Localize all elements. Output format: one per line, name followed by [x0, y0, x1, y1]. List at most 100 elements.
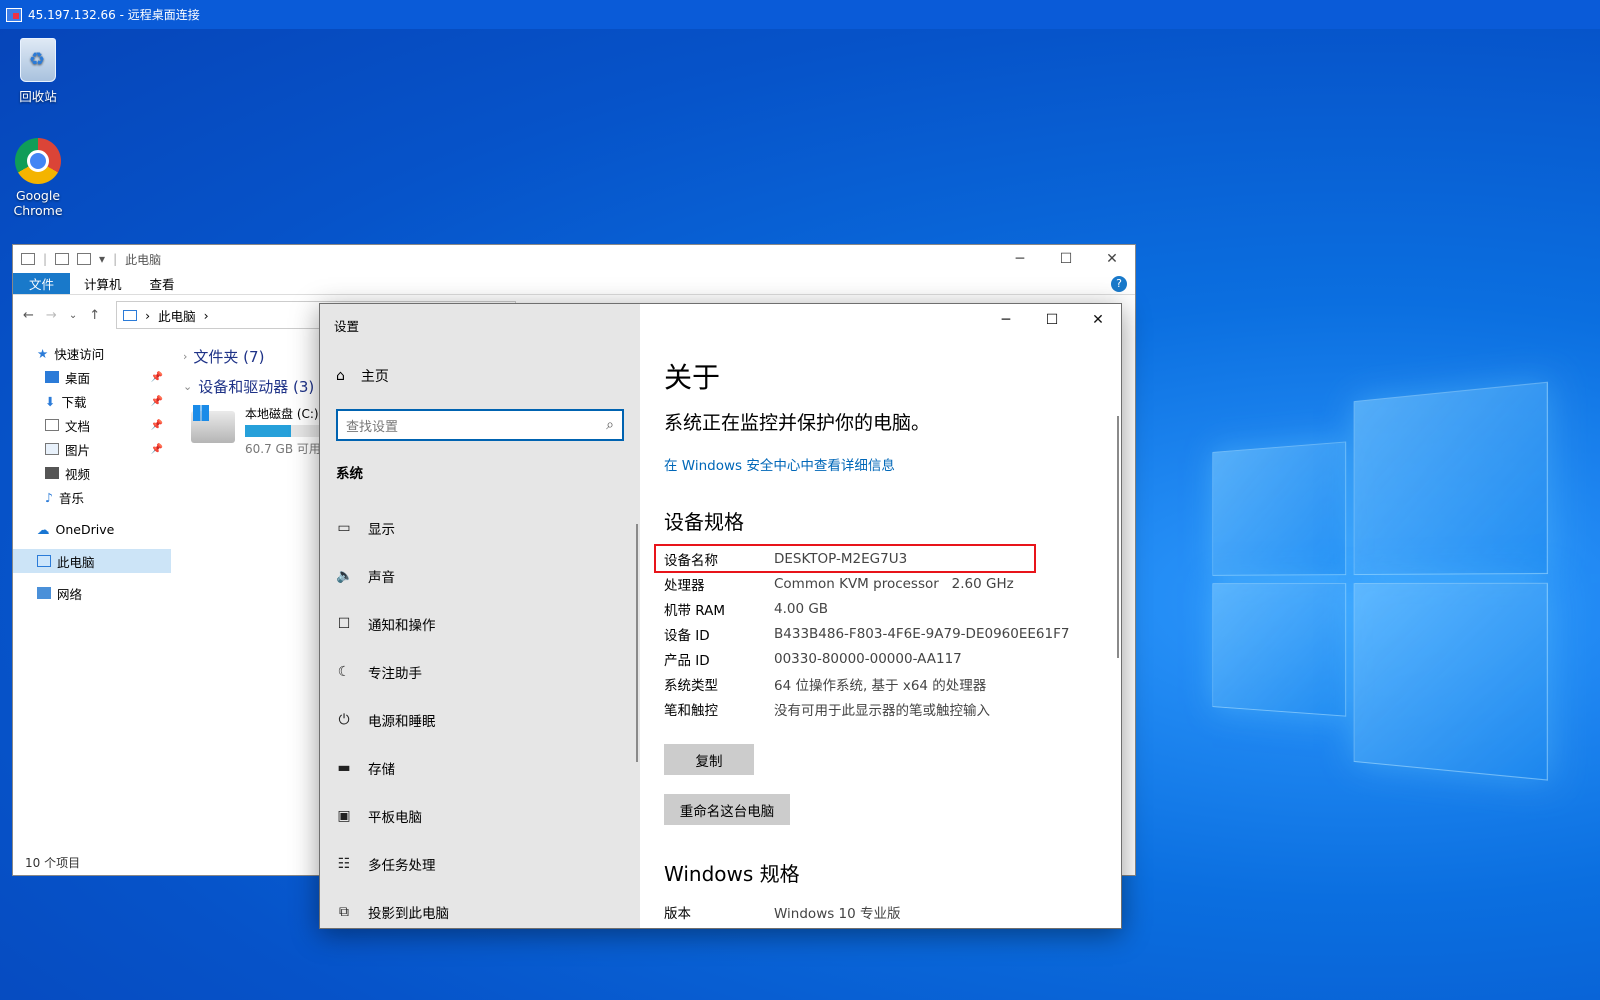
nav-this-pc[interactable]: 此电脑 [13, 549, 171, 573]
settings-search-input[interactable]: 查找设置 ⌕ [336, 409, 624, 441]
chrome-icon [15, 138, 61, 184]
nav-music[interactable]: ♪ 音乐 [13, 485, 171, 509]
help-icon[interactable]: ? [1111, 276, 1127, 292]
star-icon: ★ [37, 346, 48, 361]
settings-window: 设置 ⌂ 主页 查找设置 ⌕ 系统 ▭ 显示 🔈 声音 ☐ 通知和操作 ☾ 专注助手 ⏻… [319, 303, 1122, 929]
desktop-icon [45, 371, 59, 383]
storage-icon: ▬ [336, 760, 352, 776]
tab-view[interactable]: 查看 [136, 273, 189, 294]
forward-arrow-icon[interactable]: → [46, 308, 57, 323]
new-folder-icon[interactable] [77, 253, 91, 265]
content-scrollbar[interactable] [1117, 416, 1119, 658]
minimize-button[interactable]: ─ [997, 245, 1043, 273]
nav-network[interactable]: 网络 [13, 581, 171, 605]
spec-row-ram: 机带 RAM 4.00 GB [664, 596, 1069, 621]
menu-notifications[interactable]: ☐ 通知和操作 [336, 600, 449, 648]
nav-pictures[interactable]: 图片 📌 [13, 437, 171, 461]
spec-row-product-id: 产品 ID 00330-80000-00000-AA117 [664, 646, 1069, 671]
moon-icon: ☾ [336, 664, 352, 680]
section-heading: 系统 [336, 462, 363, 482]
tablet-icon: ▣ [336, 808, 352, 824]
qat-dropdown-icon[interactable]: ▾ [99, 252, 105, 266]
nav-downloads[interactable]: ⬇ 下载 📌 [13, 389, 171, 413]
breadcrumb[interactable]: 此电脑 [158, 306, 196, 325]
device-spec-heading: 设备规格 [664, 506, 744, 535]
network-icon [37, 587, 51, 599]
status-item-count: 10 个项目 [25, 854, 80, 871]
group-devices[interactable]: ⌄ 设备和驱动器 (3) [183, 371, 321, 401]
music-icon: ♪ [45, 490, 53, 505]
menu-project[interactable]: ⧉ 投影到此电脑 [336, 888, 449, 929]
menu-focus-assist[interactable]: ☾ 专注助手 [336, 648, 449, 696]
spec-row-system-type: 系统类型 64 位操作系统, 基于 x64 的处理器 [664, 671, 1069, 696]
device-specs: 设备名称 DESKTOP-M2EG7U3 处理器 Common KVM proces… [664, 546, 1069, 721]
remote-desktop-icon [6, 8, 22, 22]
power-icon: ⏻ [336, 712, 352, 728]
tab-file[interactable]: 文件 [13, 273, 70, 294]
desktop-icon-recycle-bin[interactable]: 回收站 [0, 38, 76, 105]
spec-row-pen-touch: 笔和触控 没有可用于此显示器的笔或触控输入 [664, 696, 1069, 721]
spec-row-processor: 处理器 Common KVM processor 2.60 GHz [664, 571, 1069, 596]
pin-icon: 📌 [151, 444, 163, 455]
pin-icon: 📌 [151, 372, 163, 383]
up-arrow-icon[interactable]: ↑ [89, 308, 100, 323]
menu-sound[interactable]: 🔈 声音 [336, 552, 449, 600]
nav-desktop[interactable]: 桌面 📌 [13, 365, 171, 389]
back-arrow-icon[interactable]: ← [23, 308, 34, 323]
menu-power-sleep[interactable]: ⏻ 电源和睡眠 [336, 696, 449, 744]
protection-status: 系统正在监控并保护你的电脑。 [664, 408, 930, 435]
nav-documents[interactable]: 文档 📌 [13, 413, 171, 437]
nav-quick-access[interactable]: ★ 快速访问 [13, 341, 171, 365]
spec-row-device-name: 设备名称 DESKTOP-M2EG7U3 [656, 546, 1034, 571]
speaker-icon: 🔈 [336, 568, 352, 584]
maximize-button[interactable]: ☐ [1043, 245, 1089, 273]
download-arrow-icon: ⬇ [45, 394, 55, 409]
computer-icon [123, 310, 137, 321]
search-placeholder: 查找设置 [346, 416, 398, 435]
properties-icon[interactable] [55, 253, 69, 265]
monitor-icon: ▭ [336, 520, 352, 536]
menu-storage[interactable]: ▬ 存储 [336, 744, 449, 792]
nav-videos[interactable]: 视频 [13, 461, 171, 485]
chevron-right-icon: › [183, 350, 187, 363]
spec-row-device-id: 设备 ID B433B486-F803-4F6E-9A79-DE0960EE61F… [664, 621, 1069, 646]
close-button[interactable]: ✕ [1089, 245, 1135, 273]
settings-sidebar: 设置 ⌂ 主页 查找设置 ⌕ 系统 ▭ 显示 🔈 声音 ☐ 通知和操作 ☾ 专注助手 ⏻… [320, 304, 640, 928]
settings-title: 设置 [334, 316, 359, 335]
group-folders[interactable]: › 文件夹 (7) [183, 341, 321, 371]
copy-button[interactable]: 复制 [664, 744, 754, 775]
sidebar-scrollbar[interactable] [636, 524, 638, 762]
settings-menu: ▭ 显示 🔈 声音 ☐ 通知和操作 ☾ 专注助手 ⏻ 电源和睡眠 ▬ 存储 ▣ 平板电脑 ☷ 多… [336, 504, 449, 929]
hard-drive-icon [191, 411, 235, 443]
computer-icon [21, 253, 35, 265]
rename-pc-button[interactable]: 重命名这台电脑 [664, 794, 790, 825]
desktop-icon-chrome[interactable]: Google Chrome [0, 138, 76, 218]
home-icon: ⌂ [336, 368, 345, 384]
search-icon: ⌕ [606, 417, 614, 433]
navigation-pane: ★ 快速访问 桌面 📌 ⬇ 下载 📌 文档 📌 图片 📌 视频 ♪ 音乐 ☁ OneDrive … [13, 341, 171, 605]
notification-icon: ☐ [336, 616, 352, 632]
drive-c[interactable]: 本地磁盘 (C:) 60.7 GB 可用 [183, 405, 321, 457]
document-icon [45, 419, 59, 431]
explorer-titlebar: | ▾ | 此电脑 ─ ☐ ✕ [13, 245, 1135, 273]
drive-usage-bar [245, 425, 321, 437]
explorer-content: › 文件夹 (7) ⌄ 设备和驱动器 (3) 本地磁盘 (C:) 60.7 GB 可… [183, 341, 321, 457]
cloud-icon: ☁ [37, 522, 50, 537]
menu-tablet[interactable]: ▣ 平板电脑 [336, 792, 449, 840]
about-page: 关于 系统正在监控并保护你的电脑。 在 Windows 安全中心中查看详细信息 … [640, 304, 1122, 928]
ribbon-tabs: 文件 计算机 查看 ? [13, 273, 1135, 295]
chevron-down-icon: ⌄ [183, 380, 192, 393]
drive-name: 本地磁盘 (C:) [245, 405, 321, 422]
picture-icon [45, 443, 59, 455]
security-center-link[interactable]: 在 Windows 安全中心中查看详细信息 [664, 454, 895, 474]
drive-free: 60.7 GB 可用 [245, 440, 321, 457]
tab-computer[interactable]: 计算机 [70, 273, 136, 294]
menu-display[interactable]: ▭ 显示 [336, 504, 449, 552]
computer-icon [37, 555, 51, 567]
video-icon [45, 467, 59, 479]
nav-onedrive[interactable]: ☁ OneDrive [13, 517, 171, 541]
explorer-title: 此电脑 [125, 251, 161, 268]
recent-dropdown-icon[interactable]: ⌄ [69, 310, 77, 321]
menu-multitasking[interactable]: ☷ 多任务处理 [336, 840, 449, 888]
nav-home[interactable]: ⌂ 主页 [336, 366, 389, 386]
